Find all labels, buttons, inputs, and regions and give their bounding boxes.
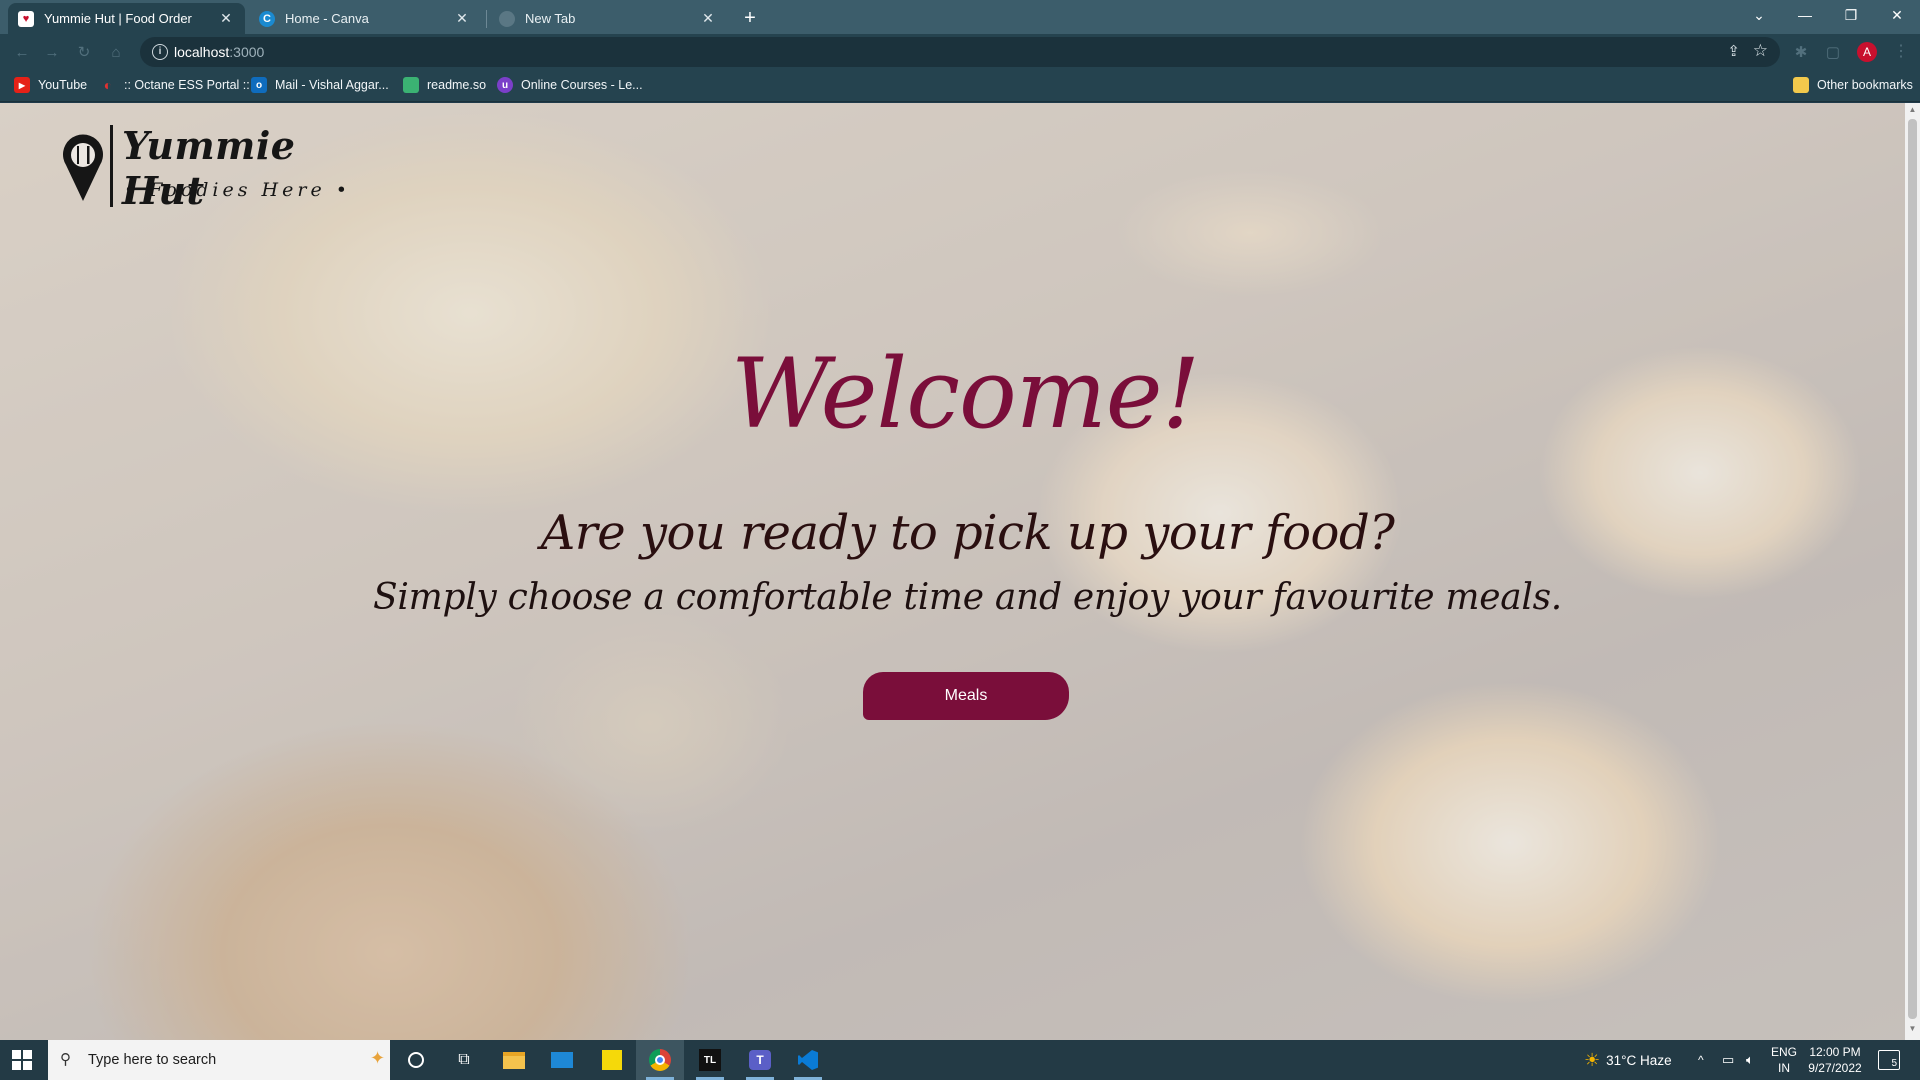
extensions-puzzle-icon[interactable]: ✱ bbox=[1792, 43, 1810, 61]
readme-icon bbox=[403, 77, 419, 93]
profile-avatar[interactable]: A bbox=[1857, 42, 1877, 62]
clock[interactable]: 12:00 PM 9/27/2022 bbox=[1800, 1044, 1870, 1076]
windows-taskbar: ⚲ Type here to search ✦ ⧉ TL T ☀ 31°C Ha… bbox=[0, 1040, 1920, 1080]
scroll-down-arrow-icon[interactable]: ▼ bbox=[1905, 1024, 1920, 1038]
other-bookmarks-folder[interactable]: Other bookmarks bbox=[1793, 77, 1913, 93]
tab-divider bbox=[486, 10, 487, 28]
minimize-icon[interactable]: — bbox=[1782, 0, 1828, 30]
tab-strip: ♥ Yummie Hut | Food Order ✕ C Home - Can… bbox=[0, 0, 1920, 34]
hero-subtitle: Are you ready to pick up your food? bbox=[540, 505, 1395, 561]
new-tab-favicon-icon bbox=[499, 10, 515, 27]
bookmark-octane[interactable]: ◐ :: Octane ESS Portal :: bbox=[100, 77, 250, 93]
terminal-app-icon[interactable]: TL bbox=[686, 1040, 734, 1080]
restore-icon[interactable]: ❐ bbox=[1828, 0, 1874, 30]
more-menu-icon[interactable]: ⋮ bbox=[1893, 41, 1909, 61]
close-icon[interactable]: ✕ bbox=[217, 10, 235, 27]
tab-title: New Tab bbox=[525, 11, 576, 26]
octane-logo-icon: ◐ bbox=[103, 77, 113, 93]
home-icon[interactable]: ⌂ bbox=[106, 42, 126, 62]
welcome-heading: Welcome! bbox=[730, 338, 1200, 450]
hero-section: Welcome! Are you ready to pick up your f… bbox=[0, 103, 1905, 1040]
tab-title: Home - Canva bbox=[285, 11, 369, 26]
tab-canva[interactable]: C Home - Canva ✕ bbox=[249, 3, 481, 34]
weather-widget[interactable]: ☀ 31°C Haze bbox=[1584, 1040, 1672, 1080]
task-view-icon[interactable]: ⧉ bbox=[440, 1040, 488, 1080]
chrome-taskbar-icon[interactable] bbox=[636, 1040, 684, 1080]
hero-tagline: Simply choose a comfortable time and enj… bbox=[373, 577, 1562, 618]
cortana-icon[interactable] bbox=[392, 1040, 440, 1080]
address-bar[interactable]: i localhost:3000 ⇪ ☆ bbox=[140, 37, 1780, 67]
folder-icon bbox=[1793, 77, 1809, 93]
search-highlight-icon: ✦ bbox=[370, 1048, 386, 1068]
reload-icon[interactable]: ↻ bbox=[74, 42, 94, 62]
back-arrow-icon[interactable]: ← bbox=[12, 42, 32, 62]
scroll-up-arrow-icon[interactable]: ▲ bbox=[1905, 105, 1920, 119]
side-panel-icon[interactable]: ▢ bbox=[1824, 43, 1842, 61]
sticky-notes-icon[interactable] bbox=[588, 1040, 636, 1080]
bookmark-online-courses[interactable]: u Online Courses - Le... bbox=[497, 77, 643, 93]
meals-button[interactable]: Meals bbox=[863, 672, 1069, 720]
windows-start-icon[interactable] bbox=[12, 1050, 32, 1070]
bookmarks-bar: ▶ YouTube ◐ :: Octane ESS Portal :: o Ma… bbox=[0, 70, 1920, 102]
network-icon[interactable]: ▭ bbox=[1722, 1040, 1734, 1080]
bookmark-youtube[interactable]: ▶ YouTube bbox=[14, 77, 87, 93]
bookmark-readme[interactable]: readme.so bbox=[403, 77, 486, 93]
tab-new-tab[interactable]: New Tab ✕ bbox=[489, 3, 727, 34]
share-icon[interactable]: ⇪ bbox=[1727, 42, 1740, 60]
new-tab-plus-icon[interactable]: + bbox=[737, 5, 763, 31]
close-icon[interactable]: ✕ bbox=[699, 10, 717, 27]
outlook-mail-icon: o bbox=[251, 77, 267, 93]
search-placeholder: Type here to search bbox=[88, 1052, 217, 1068]
file-explorer-icon[interactable] bbox=[490, 1040, 538, 1080]
tray-overflow-chevron-icon[interactable]: ^ bbox=[1698, 1040, 1704, 1080]
bookmark-outlook-mail[interactable]: o Mail - Vishal Aggar... bbox=[251, 77, 389, 93]
bookmark-star-icon[interactable]: ☆ bbox=[1753, 41, 1768, 61]
weather-haze-icon: ☀ bbox=[1584, 1049, 1601, 1070]
site-info-icon[interactable]: i bbox=[152, 44, 168, 60]
tab-yummie-hut[interactable]: ♥ Yummie Hut | Food Order ✕ bbox=[8, 3, 245, 34]
udemy-icon: u bbox=[497, 77, 513, 93]
mail-app-icon[interactable] bbox=[538, 1040, 586, 1080]
language-indicator[interactable]: ENG IN bbox=[1768, 1044, 1800, 1076]
volume-icon[interactable]: 🔈︎ bbox=[1746, 1040, 1754, 1080]
scroll-thumb[interactable] bbox=[1908, 119, 1917, 1019]
tab-search-chevron-icon[interactable]: ⌄ bbox=[1736, 0, 1782, 30]
tab-title: Yummie Hut | Food Order bbox=[44, 11, 192, 26]
teams-icon[interactable]: T bbox=[736, 1040, 784, 1080]
page-scrollbar[interactable]: ▲ ▼ bbox=[1905, 103, 1920, 1040]
yummie-hut-favicon-icon: ♥ bbox=[18, 10, 34, 27]
canva-favicon-icon: C bbox=[259, 10, 275, 27]
vscode-icon[interactable] bbox=[784, 1040, 832, 1080]
youtube-play-icon: ▶ bbox=[14, 77, 30, 93]
close-window-icon[interactable]: ✕ bbox=[1874, 0, 1920, 30]
url-text: localhost:3000 bbox=[174, 44, 265, 60]
page-viewport: Yummie Hut • Foodies Here • Welcome! Are… bbox=[0, 103, 1920, 1040]
forward-arrow-icon[interactable]: → bbox=[42, 42, 62, 62]
search-icon: ⚲ bbox=[60, 1051, 71, 1068]
close-icon[interactable]: ✕ bbox=[453, 10, 471, 27]
notification-center-icon[interactable]: 5 bbox=[1878, 1050, 1900, 1070]
taskbar-search-box[interactable]: ⚲ Type here to search ✦ bbox=[48, 1040, 390, 1080]
browser-toolbar: ← → ↻ ⌂ i localhost:3000 ⇪ ☆ ✱ ▢ A ⋮ bbox=[0, 34, 1920, 70]
